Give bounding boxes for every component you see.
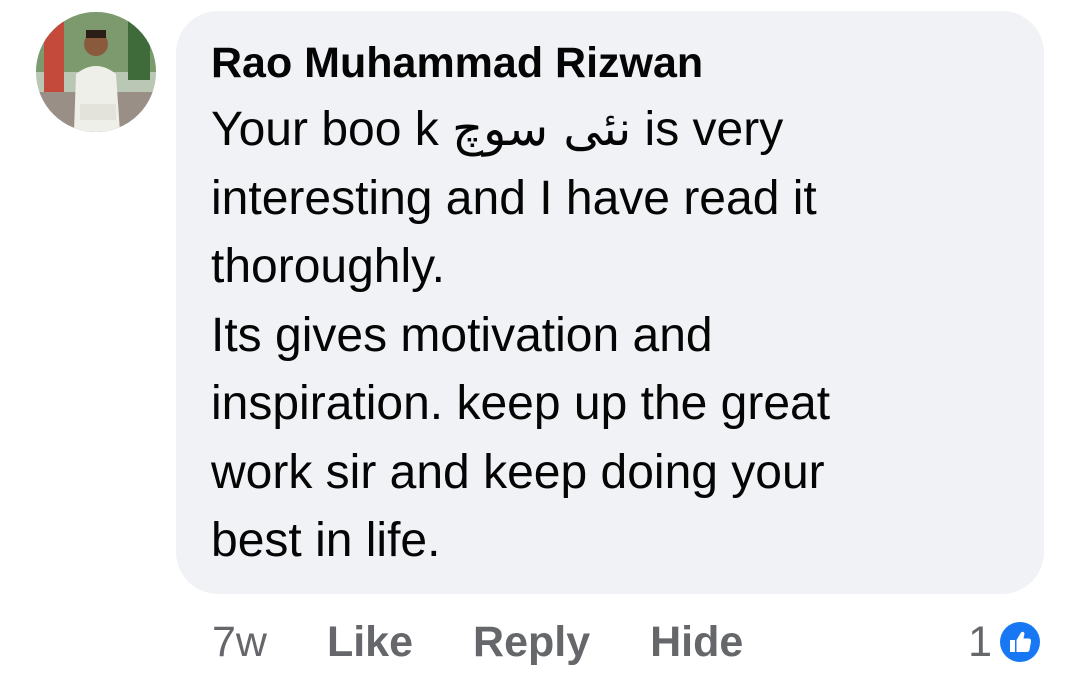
reaction-summary[interactable]: 1 <box>968 612 1044 672</box>
comment-line: Your boo k نئی سوچ is very <box>211 95 1010 165</box>
comment-author[interactable]: Rao Muhammad Rizwan <box>211 37 1010 89</box>
book-title-urdu: نئی سوچ <box>452 101 632 157</box>
reaction-count: 1 <box>968 617 992 666</box>
comment-line: interesting and I have read it <box>211 171 817 225</box>
comment-line-suffix: is very <box>631 103 784 156</box>
comment-line: work sir and keep doing your <box>211 445 825 499</box>
like-button[interactable]: Like <box>327 618 413 667</box>
comment-timestamp[interactable]: 7w <box>212 618 267 667</box>
comment-line-prefix: Your boo k <box>211 103 453 156</box>
hide-button[interactable]: Hide <box>650 618 743 667</box>
avatar[interactable] <box>36 12 156 132</box>
avatar-photo <box>36 12 156 132</box>
comment-line: inspiration. keep up the great <box>211 377 831 430</box>
comment-text: Your boo k نئی سوچ is very interesting a… <box>211 95 1010 576</box>
comment-bubble: Rao Muhammad Rizwan Your boo k نئی سوچ i… <box>176 11 1044 594</box>
reply-button[interactable]: Reply <box>473 618 590 667</box>
like-thumbs-up-icon <box>996 618 1044 666</box>
comment-actions: 7w Like Reply Hide <box>212 612 803 672</box>
comment-line: thoroughly. <box>211 240 445 293</box>
comment-line: best in life. <box>211 514 441 567</box>
comment-line: Its gives motivation and <box>211 308 713 362</box>
